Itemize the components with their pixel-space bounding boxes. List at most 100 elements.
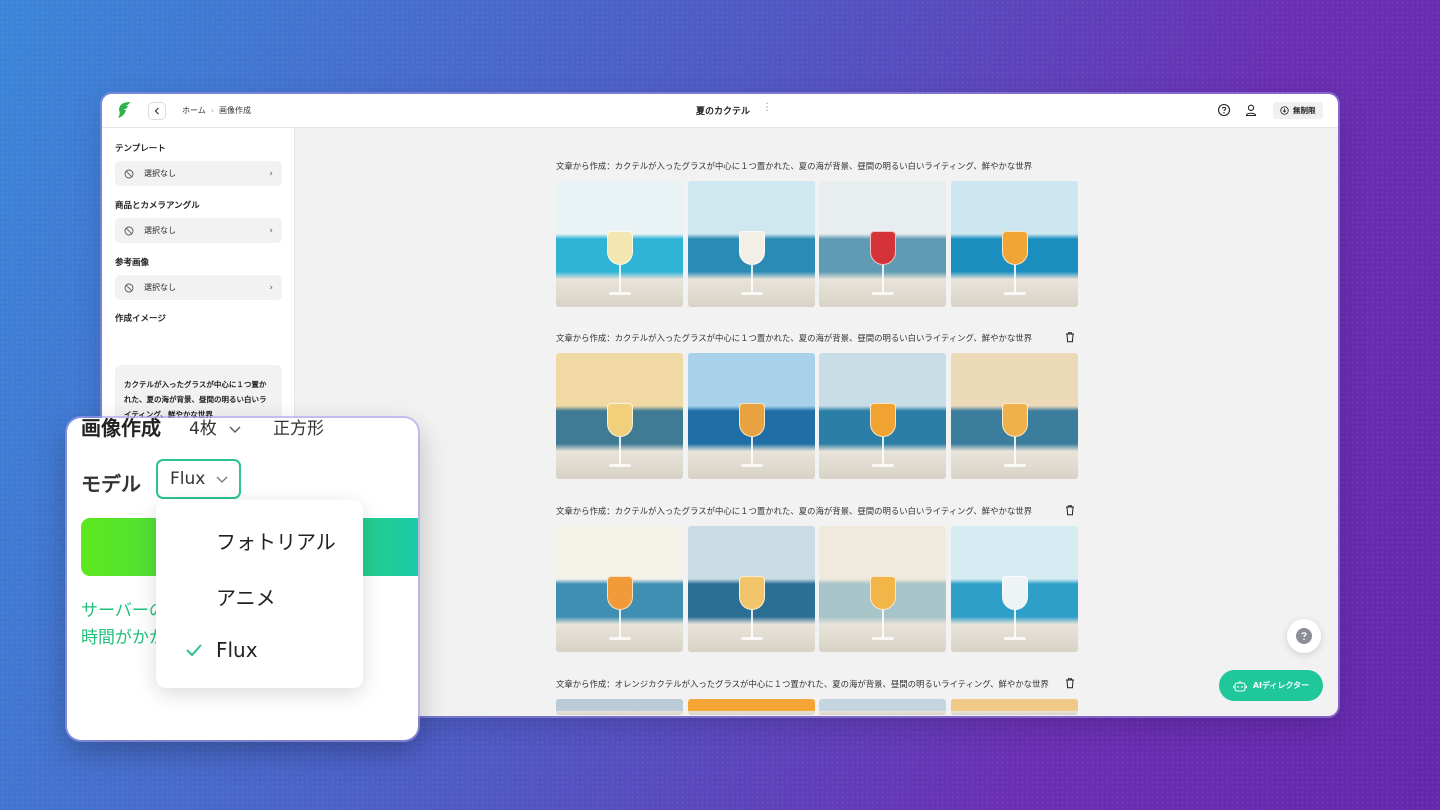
cocktail-glass	[869, 231, 896, 265]
glass-stem	[618, 265, 621, 293]
cocktail-glass	[1001, 576, 1028, 610]
model-option-photoreal[interactable]: フォトリアル	[216, 526, 336, 555]
glass-foot	[871, 292, 894, 295]
generated-image[interactable]	[688, 526, 815, 652]
cocktail-glass	[869, 576, 896, 610]
model-value: Flux	[170, 469, 206, 489]
help-chat-button[interactable]	[1287, 619, 1321, 653]
cocktail-glass	[869, 403, 896, 437]
cocktail-glass	[738, 231, 765, 265]
back-button[interactable]	[148, 102, 166, 120]
glass-foot	[740, 464, 763, 467]
plan-button[interactable]: 無制限	[1273, 102, 1323, 119]
none-icon	[124, 169, 134, 178]
glass-foot	[1003, 292, 1026, 295]
template-label: テンプレート	[115, 144, 166, 154]
glass-foot	[1003, 637, 1026, 640]
project-title[interactable]: 夏のカクテル	[696, 104, 750, 117]
generated-image[interactable]	[819, 353, 946, 479]
trash-icon[interactable]	[1064, 677, 1076, 689]
glass-stem	[750, 610, 753, 638]
cocktail-glass	[606, 231, 633, 265]
glass-foot	[740, 292, 763, 295]
glass-stem	[881, 610, 884, 638]
glass-foot	[871, 637, 894, 640]
more-options-icon[interactable]: ⋮	[762, 103, 772, 113]
cocktail-glass	[738, 403, 765, 437]
glass-stem	[750, 265, 753, 293]
user-icon[interactable]	[1244, 103, 1258, 117]
chevron-right-icon: ›	[210, 106, 214, 115]
generated-image[interactable]	[688, 699, 815, 715]
glass-foot	[871, 464, 894, 467]
reference-select[interactable]: 選択なし ›	[115, 275, 282, 300]
count-select[interactable]: 4枚	[189, 418, 242, 439]
model-select[interactable]: Flux	[156, 459, 241, 499]
group-caption: 文章から作成：カクテルが入ったグラスが中心に１つ置かれた、夏の海が背景、昼間の明…	[556, 161, 1032, 171]
chevron-left-icon	[154, 107, 159, 115]
breadcrumb-current[interactable]: 画像作成	[219, 105, 251, 116]
generated-image[interactable]	[819, 526, 946, 652]
model-select-zoom-panel: 画像作成 4枚 正方形 モデル Flux サーバーの状況によって完了までに 時間…	[67, 418, 418, 740]
cocktail-glass	[1001, 231, 1028, 265]
generated-image[interactable]	[556, 181, 683, 307]
glass-foot	[608, 292, 631, 295]
cocktail-glass	[606, 576, 633, 610]
generate-section-title: 画像作成	[81, 418, 161, 440]
checkmark-icon	[186, 644, 202, 657]
glass-foot	[1003, 464, 1026, 467]
glass-foot	[608, 637, 631, 640]
glass-stem	[750, 437, 753, 465]
group-caption: 文章から作成：カクテルが入ったグラスが中心に１つ置かれた、夏の海が背景、昼間の明…	[556, 333, 1032, 343]
glass-stem	[1013, 437, 1016, 465]
group-caption: 文章から作成：カクテルが入ったグラスが中心に１つ置かれた、夏の海が背景、昼間の明…	[556, 506, 1032, 516]
product-label: 商品とカメラアングル	[115, 201, 200, 211]
ai-director-button[interactable]: AIディレクター	[1219, 670, 1323, 701]
template-select[interactable]: 選択なし ›	[115, 161, 282, 186]
plan-label: 無制限	[1293, 106, 1316, 115]
glass-foot	[608, 464, 631, 467]
generated-image[interactable]	[819, 699, 946, 715]
generated-image[interactable]	[819, 181, 946, 307]
model-option-flux[interactable]: Flux	[216, 638, 258, 662]
breadcrumb: ホーム › 画像作成	[182, 105, 251, 116]
generated-image[interactable]	[688, 353, 815, 479]
question-bubble-icon	[1296, 628, 1312, 644]
aspect-select[interactable]: 正方形	[273, 418, 324, 439]
generated-image[interactable]	[556, 699, 683, 715]
glass-stem	[1013, 610, 1016, 638]
cocktail-glass	[1001, 403, 1028, 437]
generated-image[interactable]	[951, 699, 1078, 715]
generated-image[interactable]	[951, 353, 1078, 479]
template-value: 選択なし	[144, 169, 176, 178]
app-logo-icon[interactable]	[116, 101, 132, 119]
model-dropdown-menu: フォトリアル アニメ Flux	[156, 500, 363, 688]
top-bar: ホーム › 画像作成 夏のカクテル ⋮ 無制限	[102, 94, 1338, 128]
generated-image[interactable]	[951, 526, 1078, 652]
generated-image[interactable]	[556, 526, 683, 652]
none-icon	[124, 283, 134, 292]
trash-icon[interactable]	[1064, 504, 1076, 516]
reference-value: 選択なし	[144, 283, 176, 292]
model-option-anime[interactable]: アニメ	[216, 582, 276, 611]
download-icon	[1280, 106, 1289, 115]
chevron-down-icon	[216, 476, 228, 483]
generated-image[interactable]	[951, 181, 1078, 307]
trash-icon[interactable]	[1064, 331, 1076, 343]
generated-image[interactable]	[688, 181, 815, 307]
reference-label: 参考画像	[115, 258, 150, 268]
breadcrumb-home[interactable]: ホーム	[182, 105, 206, 116]
none-icon	[124, 226, 134, 235]
image-description-label: 作成イメージ	[115, 314, 166, 324]
product-select[interactable]: 選択なし ›	[115, 218, 282, 243]
model-label: モデル	[81, 472, 141, 496]
chevron-right-icon: ›	[269, 225, 273, 236]
glass-stem	[618, 437, 621, 465]
glass-stem	[881, 437, 884, 465]
generated-image[interactable]	[556, 353, 683, 479]
help-icon[interactable]	[1217, 103, 1231, 117]
count-value: 4枚	[189, 419, 217, 439]
chevron-right-icon: ›	[269, 282, 273, 293]
robot-icon	[1232, 680, 1247, 692]
product-value: 選択なし	[144, 226, 176, 235]
